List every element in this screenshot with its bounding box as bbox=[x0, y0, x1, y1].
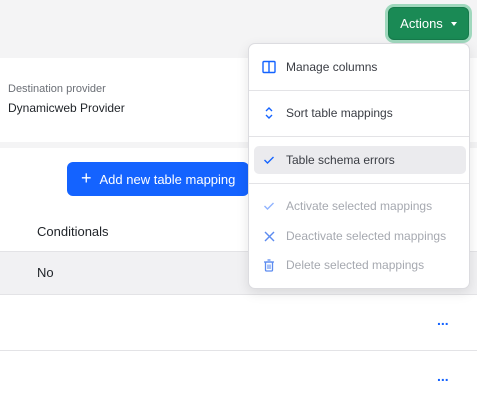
row-divider bbox=[0, 350, 477, 351]
plus-icon: + bbox=[81, 168, 92, 188]
row-divider bbox=[0, 294, 477, 295]
sort-icon bbox=[258, 106, 280, 120]
menu-item-label: Deactivate selected mappings bbox=[286, 229, 447, 243]
destination-provider-value: Dynamicweb Provider bbox=[8, 101, 125, 115]
column-header-conditionals[interactable]: Conditionals bbox=[37, 224, 109, 239]
menu-separator bbox=[249, 183, 469, 184]
destination-provider-label: Destination provider bbox=[8, 83, 106, 95]
caret-down-icon bbox=[450, 21, 457, 26]
x-icon bbox=[258, 231, 280, 242]
check-icon bbox=[258, 201, 280, 211]
menu-separator bbox=[249, 136, 469, 137]
columns-icon bbox=[258, 60, 280, 74]
menu-item-table-schema-errors[interactable]: Table schema errors bbox=[254, 146, 466, 174]
add-table-mapping-label: Add new table mapping bbox=[99, 171, 236, 187]
menu-item-deactivate-selected[interactable]: Deactivate selected mappings bbox=[254, 222, 466, 250]
menu-item-manage-columns[interactable]: Manage columns bbox=[254, 53, 466, 81]
menu-item-delete-selected[interactable]: Delete selected mappings bbox=[254, 251, 466, 279]
menu-separator bbox=[249, 90, 469, 91]
menu-item-label: Table schema errors bbox=[286, 153, 395, 167]
trash-icon bbox=[258, 258, 280, 272]
actions-button-label: Actions bbox=[400, 16, 443, 31]
actions-dropdown-menu: Manage columns Sort table mappings Table… bbox=[248, 43, 470, 289]
menu-item-activate-selected[interactable]: Activate selected mappings bbox=[254, 192, 466, 220]
add-table-mapping-button[interactable]: + Add new table mapping bbox=[67, 162, 249, 196]
row-menu-icon[interactable]: ... bbox=[437, 312, 449, 328]
row-menu-icon[interactable]: ... bbox=[437, 368, 449, 384]
menu-item-label: Manage columns bbox=[286, 60, 378, 74]
actions-button[interactable]: Actions bbox=[388, 7, 469, 40]
menu-item-label: Delete selected mappings bbox=[286, 258, 425, 272]
menu-item-label: Activate selected mappings bbox=[286, 199, 433, 213]
menu-item-sort-table-mappings[interactable]: Sort table mappings bbox=[254, 99, 466, 127]
menu-item-label: Sort table mappings bbox=[286, 106, 393, 120]
check-icon bbox=[258, 155, 280, 165]
cell-conditionals: No bbox=[37, 265, 54, 280]
